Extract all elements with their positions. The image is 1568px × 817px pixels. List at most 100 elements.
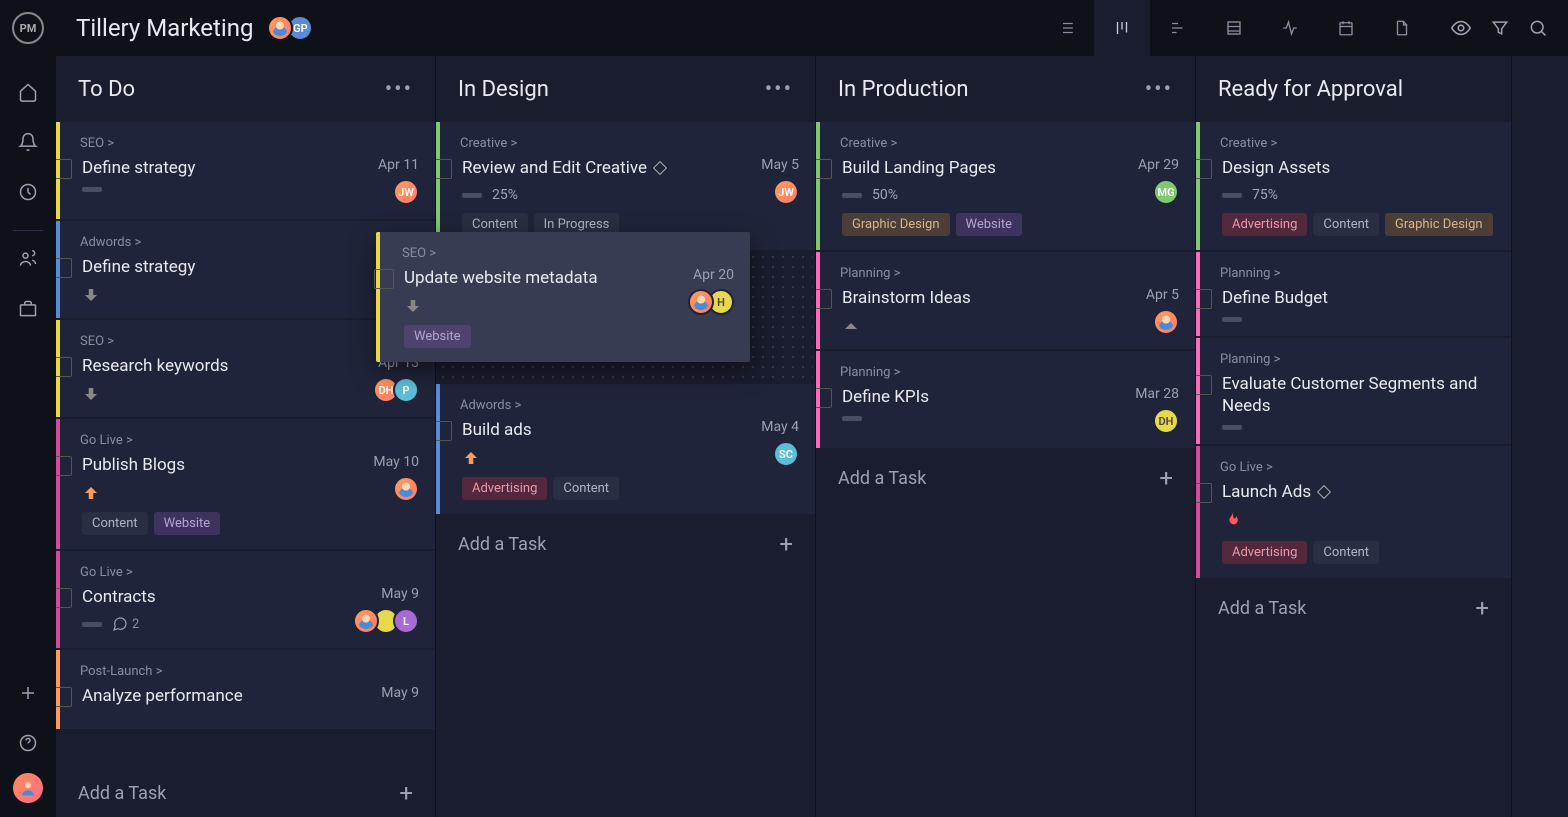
card-assignees[interactable]: DH [1135, 408, 1179, 434]
file-view-tab[interactable] [1374, 0, 1430, 56]
add-task-button[interactable]: Add a Task+ [56, 769, 435, 817]
priority-icon [82, 385, 100, 403]
tag[interactable]: Advertising [1222, 213, 1307, 236]
card-assignees[interactable]: SC [761, 441, 799, 467]
board-column: Ready for ApprovalCreative >Design Asset… [1196, 56, 1512, 817]
clock-icon[interactable] [8, 172, 48, 212]
plus-icon[interactable] [8, 673, 48, 713]
task-checkbox[interactable] [1196, 289, 1212, 309]
project-members[interactable]: GP [267, 15, 313, 41]
card-assignees[interactable]: DHP [378, 377, 419, 403]
tag[interactable]: Graphic Design [1385, 213, 1493, 236]
task-card[interactable]: SEO >Define strategyApr 11JW [56, 122, 435, 219]
task-card[interactable]: Post-Launch >Analyze performanceMay 9 [56, 650, 435, 729]
task-card[interactable]: Creative >Review and Edit Creative25%Con… [436, 122, 815, 250]
task-checkbox[interactable] [56, 687, 72, 707]
card-title: Review and Edit Creative [462, 157, 751, 179]
sheet-view-tab[interactable] [1206, 0, 1262, 56]
column-menu-icon[interactable]: ••• [385, 77, 413, 102]
priority-icon [82, 286, 100, 304]
task-checkbox[interactable] [56, 588, 72, 608]
bell-icon[interactable] [8, 122, 48, 162]
tag[interactable]: Advertising [1222, 541, 1307, 564]
view-tabs [1038, 0, 1430, 56]
briefcase-icon[interactable] [8, 289, 48, 329]
card-assignees[interactable] [1146, 309, 1179, 335]
task-card[interactable]: Creative >Build Landing Pages50%Graphic … [816, 122, 1195, 250]
task-card[interactable]: Go Live >Contracts 2May 9L [56, 551, 435, 648]
card-assignees[interactable]: JW [761, 179, 799, 205]
task-checkbox[interactable] [436, 159, 452, 179]
add-task-button[interactable]: Add a Task+ [436, 516, 815, 572]
task-card[interactable]: Planning >Define KPIsMar 28DH [816, 351, 1195, 448]
people-icon[interactable] [8, 239, 48, 279]
card-assignees[interactable]: JW [378, 179, 419, 205]
card-title: Brainstorm Ideas [842, 287, 1136, 309]
list-view-tab[interactable] [1038, 0, 1094, 56]
task-checkbox[interactable] [56, 159, 72, 179]
board-view-tab[interactable] [1094, 0, 1150, 56]
task-card[interactable]: Adwords >Build adsAdvertisingContentMay … [436, 384, 815, 514]
column-menu-icon[interactable]: ••• [765, 77, 793, 102]
task-card[interactable]: Go Live >Publish BlogsContentWebsiteMay … [56, 419, 435, 549]
card-meta [1222, 511, 1495, 531]
task-checkbox[interactable] [1196, 483, 1212, 503]
tag[interactable]: Content [553, 477, 619, 500]
gantt-view-tab[interactable] [1150, 0, 1206, 56]
task-checkbox[interactable] [816, 289, 832, 309]
home-icon[interactable] [8, 72, 48, 112]
task-card[interactable]: Planning >Define Budget [1196, 252, 1511, 336]
task-checkbox[interactable] [374, 269, 394, 289]
user-avatar[interactable] [13, 773, 43, 803]
card-assignees[interactable] [373, 476, 419, 502]
task-checkbox[interactable] [1196, 159, 1212, 179]
add-task-button[interactable]: Add a Task+ [816, 450, 1195, 506]
calendar-view-tab[interactable] [1318, 0, 1374, 56]
task-checkbox[interactable] [1196, 375, 1212, 395]
tag[interactable]: Website [956, 213, 1023, 236]
tag[interactable]: Content [1313, 541, 1379, 564]
tag[interactable]: Content [82, 512, 148, 535]
avatar: JW [393, 179, 419, 205]
app-logo[interactable]: PM [12, 12, 44, 44]
help-icon[interactable] [8, 723, 48, 763]
task-card[interactable]: Go Live >Launch AdsAdvertisingContent [1196, 446, 1511, 578]
card-meta [82, 286, 419, 304]
card-assignees[interactable]: L [359, 608, 419, 634]
dragging-card[interactable]: SEO >Update website metadataWebsiteApr 2… [376, 232, 750, 362]
card-date: May 9 [359, 586, 419, 602]
task-checkbox[interactable] [436, 421, 452, 441]
avatar: MG [1153, 179, 1179, 205]
task-card[interactable]: Planning >Brainstorm IdeasApr 5 [816, 252, 1195, 349]
top-actions [1450, 17, 1548, 39]
tag[interactable]: Advertising [462, 477, 547, 500]
tag[interactable]: Website [154, 512, 221, 535]
card-meta [1222, 317, 1495, 322]
card-title: Build Landing Pages [842, 157, 1128, 179]
column-body: SEO >Define strategyApr 11JWAdwords >Def… [56, 122, 435, 817]
tag[interactable]: Content [1313, 213, 1379, 236]
add-task-button[interactable]: Add a Task+ [1196, 580, 1511, 636]
task-card[interactable]: Creative >Design Assets75%AdvertisingCon… [1196, 122, 1511, 250]
task-checkbox[interactable] [816, 159, 832, 179]
task-checkbox[interactable] [56, 456, 72, 476]
card-assignees[interactable]: MG [1138, 179, 1179, 205]
card-category: Go Live > [80, 433, 419, 448]
task-checkbox[interactable] [56, 357, 72, 377]
search-icon[interactable] [1528, 17, 1548, 39]
card-category: Adwords > [80, 235, 419, 250]
card-category: Planning > [1220, 352, 1495, 367]
card-meta [1222, 425, 1495, 430]
column-title: In Production [838, 77, 969, 102]
task-checkbox[interactable] [56, 258, 72, 278]
filter-icon[interactable] [1490, 17, 1510, 39]
card-title: Analyze performance [82, 685, 371, 707]
tag[interactable]: Website [404, 325, 471, 348]
task-card[interactable]: Planning >Evaluate Customer Segments and… [1196, 338, 1511, 444]
activity-view-tab[interactable] [1262, 0, 1318, 56]
eye-icon[interactable] [1450, 17, 1472, 39]
comment-count: 2 [112, 616, 139, 632]
column-menu-icon[interactable]: ••• [1145, 77, 1173, 102]
tag[interactable]: Graphic Design [842, 213, 950, 236]
task-checkbox[interactable] [816, 388, 832, 408]
